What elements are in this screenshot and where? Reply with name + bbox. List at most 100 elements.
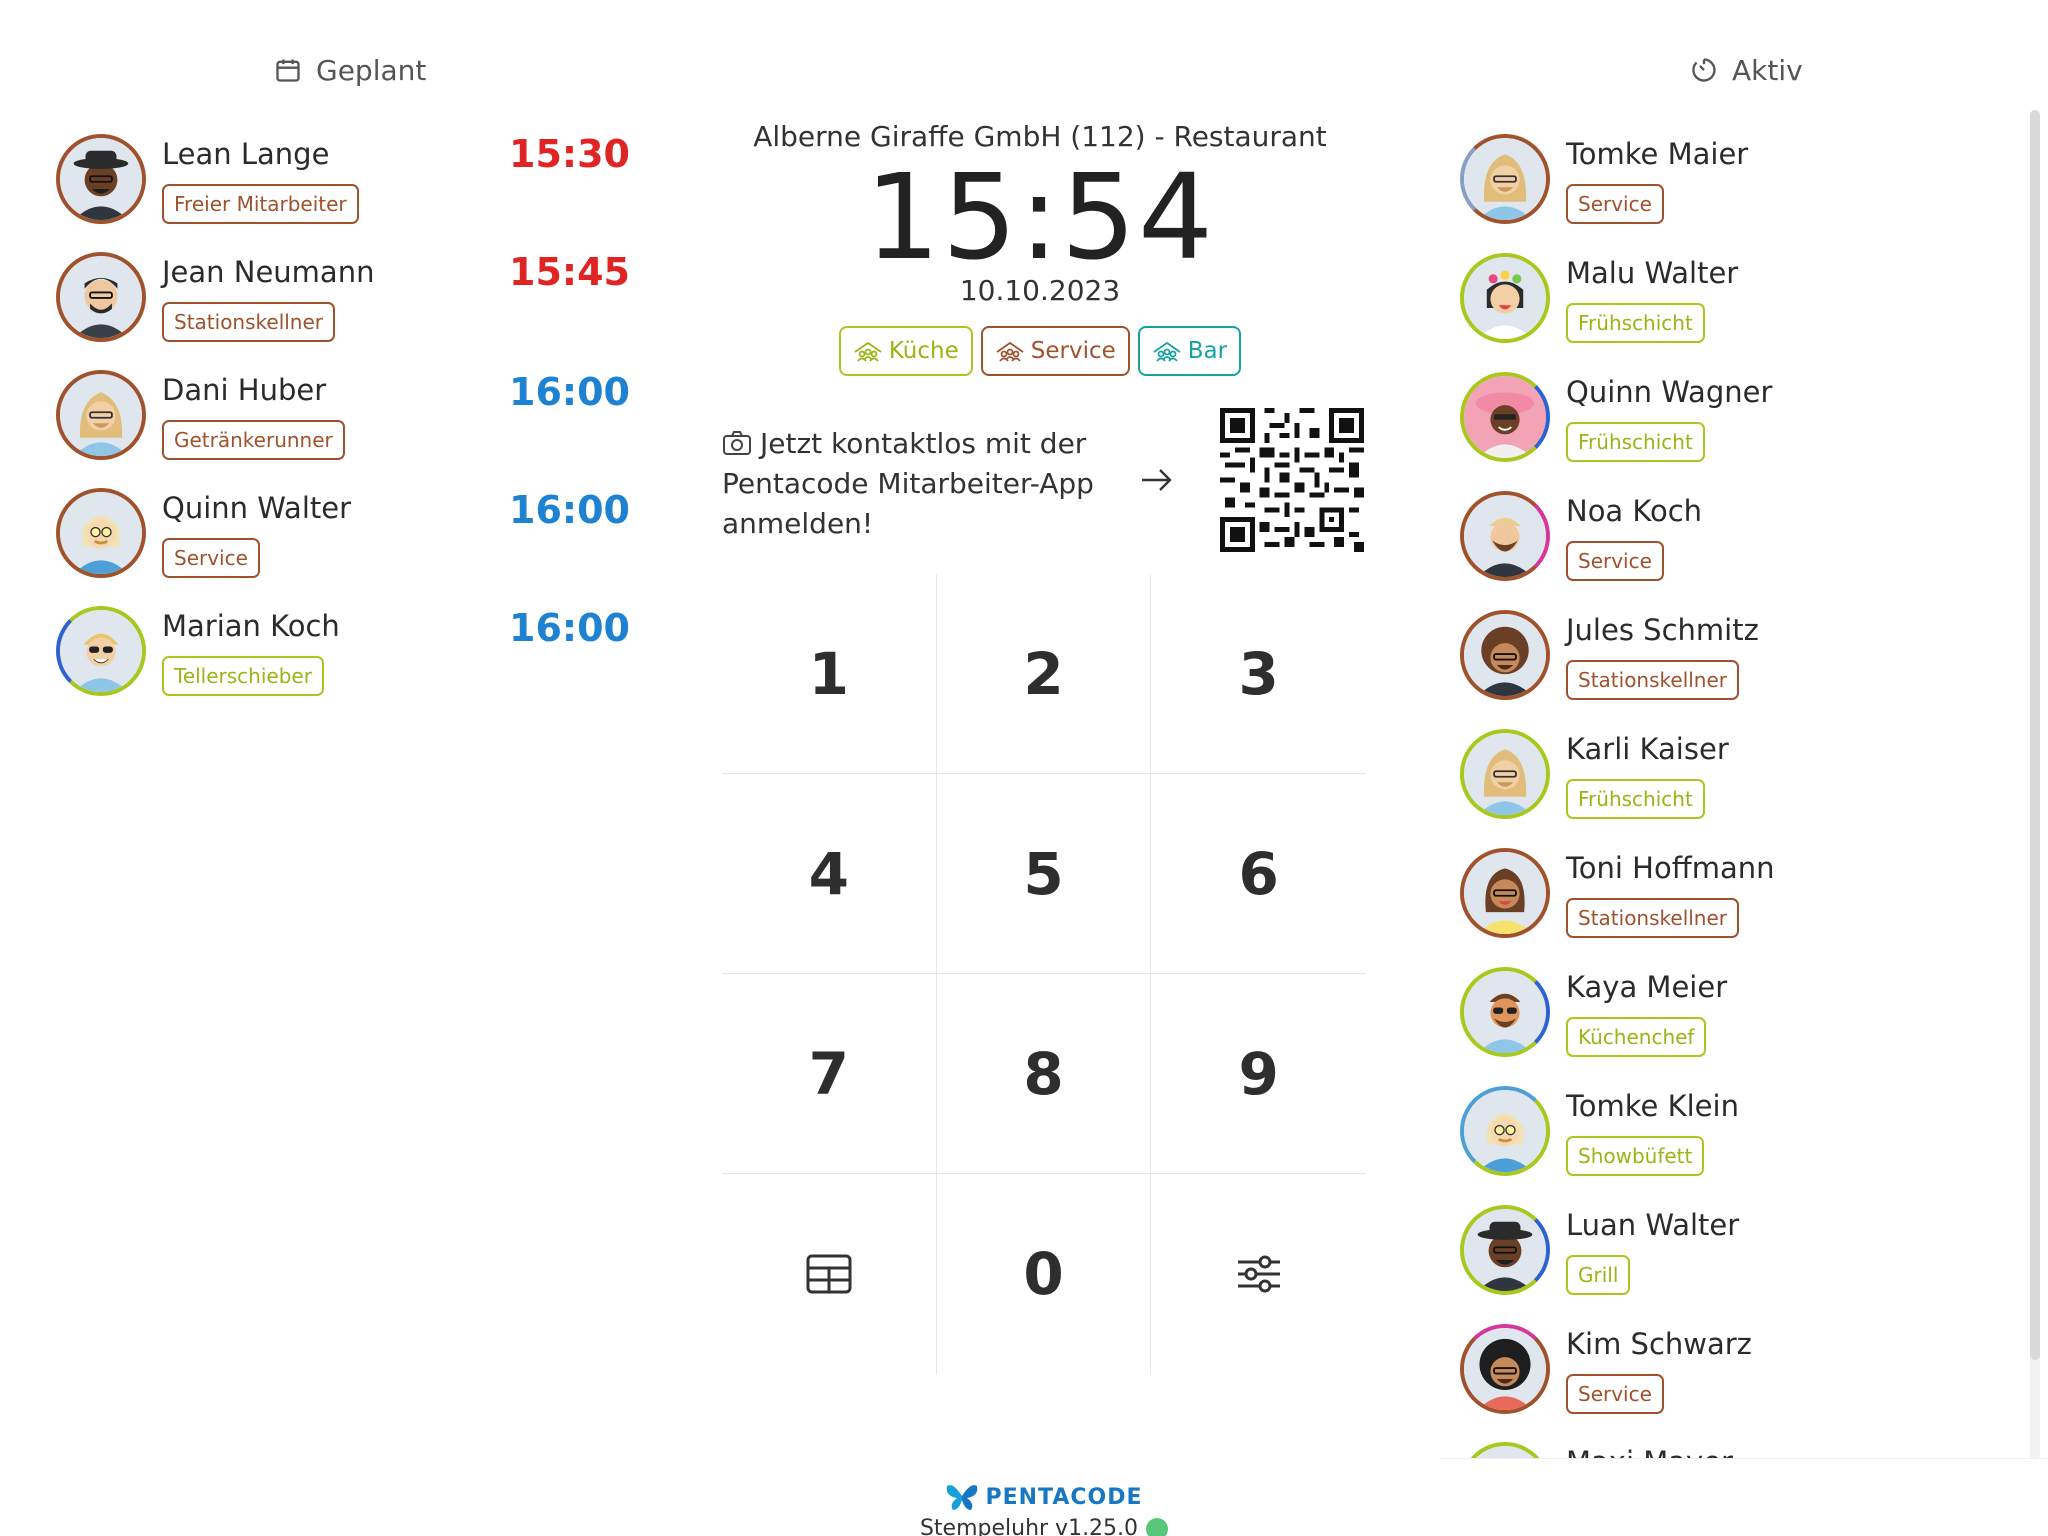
planned-item[interactable]: Jean Neumann Stationskellner [56,252,374,342]
role-tag: Frühschicht [1566,422,1705,462]
key-1[interactable]: 1 [722,574,937,774]
active-list-scrollbar[interactable] [2030,110,2040,1460]
person-name: Tomke Klein [1566,1089,1739,1123]
planned-item[interactable]: Quinn Walter Service [56,488,351,578]
role-tag: Getränkerunner [162,420,345,460]
role-tag: Service [1566,184,1664,224]
person-name: Kim Schwarz [1566,1327,1752,1361]
brand-logo: PENTACODE [0,1482,2048,1512]
arrow-right-icon [1142,469,1172,491]
avatar [1460,1324,1550,1414]
planned-time: 15:30 [509,132,630,176]
key-0[interactable]: 0 [936,1174,1152,1374]
table-view-button[interactable] [722,1174,937,1374]
avatar [1460,491,1550,581]
current-time: 15:54 [864,148,1216,286]
brand-name: PENTACODE [985,1484,1143,1510]
planned-title: Geplant [316,53,427,87]
active-item[interactable]: Kaya Meier Küchenchef [1460,967,1727,1057]
role-tag: Freier Mitarbeiter [162,184,359,224]
active-title: Aktiv [1732,53,1803,87]
avatar [1460,967,1550,1057]
avatar [1460,1086,1550,1176]
team-icon [854,341,882,362]
planned-time: 15:45 [509,250,630,294]
role-tag: Stationskellner [162,302,336,342]
active-item[interactable]: Luan Walter Grill [1460,1205,1739,1295]
planned-time: 16:00 [509,488,630,532]
key-8[interactable]: 8 [936,974,1152,1174]
camera-icon [723,431,751,455]
active-item[interactable]: Tomke Maier Service [1460,134,1748,224]
department-chip-service[interactable]: Service [980,326,1130,376]
qr-code[interactable] [1220,408,1364,552]
role-tag: Stationskellner [1566,898,1740,938]
person-name: Lean Lange [162,137,330,171]
planned-item[interactable]: Dani Huber Getränkerunner [56,370,345,460]
person-name: Noa Koch [1566,494,1703,528]
planned-time: 16:00 [509,370,630,414]
role-tag: Service [1566,541,1664,581]
avatar [56,488,146,578]
active-item[interactable]: Malu Walter Frühschicht [1460,253,1738,343]
list-bottom-edge [1440,1458,2048,1464]
avatar [56,134,146,224]
role-tag: Tellerschieber [162,656,324,696]
online-status-indicator [1146,1517,1169,1536]
person-name: Jules Schmitz [1566,613,1759,647]
planned-item[interactable]: Lean Lange Freier Mitarbeiter [56,134,359,224]
person-name: Toni Hoffmann [1566,851,1775,885]
active-item[interactable]: Quinn Wagner Frühschicht [1460,372,1772,462]
scroll-thumb[interactable] [2030,110,2040,1360]
active-item[interactable]: Toni Hoffmann Stationskellner [1460,848,1775,938]
avatar [1460,253,1550,343]
key-5[interactable]: 5 [936,774,1152,974]
person-name: Marian Koch [162,609,340,643]
active-item[interactable]: Noa Koch Service [1460,491,1702,581]
department-chip-bar[interactable]: Bar [1137,326,1242,376]
table-icon [806,1254,852,1294]
planned-time: 16:00 [509,606,630,650]
time-clock-screen: Geplant Aktiv Lean Lange Freier Mitarbei… [0,0,2048,1536]
key-4[interactable]: 4 [722,774,937,974]
role-tag: Frühschicht [1566,303,1705,343]
avatar [56,252,146,342]
department-chips: Küche Service Bar [710,326,1370,376]
avatar [1460,610,1550,700]
avatar [56,606,146,696]
team-icon [1153,341,1181,362]
key-3[interactable]: 3 [1151,574,1366,774]
key-2[interactable]: 2 [936,574,1152,774]
person-name: Karli Kaiser [1566,732,1729,766]
role-tag: Showbüfett [1566,1136,1705,1176]
active-item[interactable]: Tomke Klein Showbüfett [1460,1086,1739,1176]
version-text: Stempeluhr v1.25.0 [919,1516,1139,1536]
key-9[interactable]: 9 [1151,974,1366,1174]
active-item[interactable]: Karli Kaiser Frühschicht [1460,729,1729,819]
chip-label: Küche [888,338,959,364]
role-tag: Stationskellner [1566,660,1740,700]
planned-item[interactable]: Marian Koch Tellerschieber [56,606,340,696]
key-6[interactable]: 6 [1151,774,1366,974]
person-name: Dani Huber [162,373,327,407]
person-name: Quinn Wagner [1566,375,1773,409]
person-name: Malu Walter [1566,256,1739,290]
planned-header: Geplant [274,48,426,92]
role-tag: Küchenchef [1566,1017,1707,1057]
active-item[interactable]: Jules Schmitz Stationskellner [1460,610,1759,700]
butterfly-icon [947,1485,978,1510]
current-date: 10.10.2023 [959,274,1121,307]
role-tag: Service [1566,1374,1664,1414]
active-item[interactable]: Kim Schwarz Service [1460,1324,1752,1414]
department-chip-kueche[interactable]: Küche [838,326,973,376]
settings-button[interactable] [1151,1174,1366,1374]
key-7[interactable]: 7 [722,974,937,1174]
app-login-text: Jetzt kontaktlos mit der Pentacode Mitar… [722,427,1094,540]
avatar [1460,134,1550,224]
role-tag: Service [162,538,260,578]
calendar-icon [276,59,300,82]
chip-label: Bar [1187,338,1228,364]
app-login-hint: Jetzt kontaktlos mit der Pentacode Mitar… [722,424,1122,544]
person-name: Kaya Meier [1566,970,1728,1004]
active-list[interactable]: Tomke Maier Service Malu Walter Frühschi… [1440,120,2048,1464]
